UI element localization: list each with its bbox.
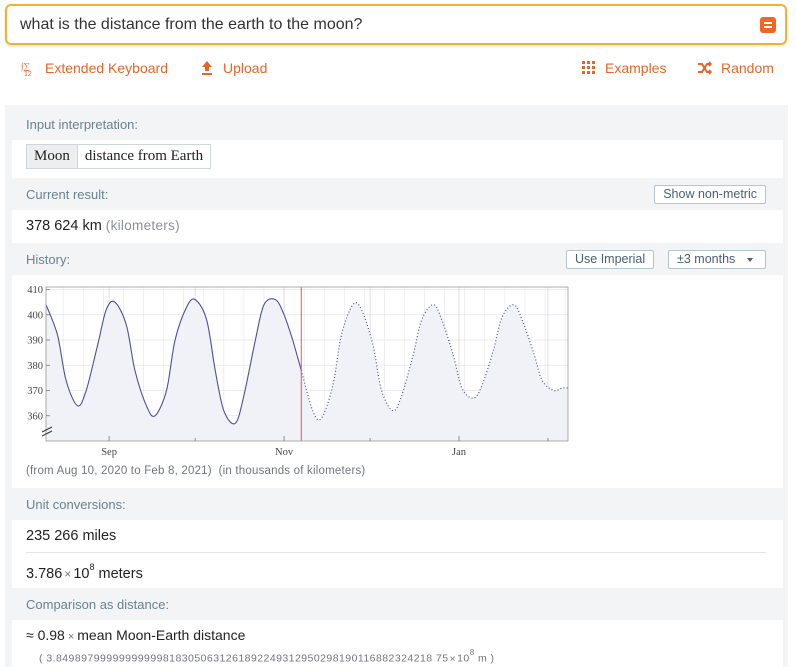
pod-title: History: <box>26 252 71 267</box>
comparison-factor: 0.98 <box>37 627 65 643</box>
menu-icon[interactable] <box>760 17 776 33</box>
comparison-label: mean Moon-Earth distance <box>77 627 246 643</box>
interpretation-key: Moon <box>27 145 78 168</box>
grid-dots-icon <box>581 60 597 76</box>
x-tick-label: Sep <box>101 447 117 458</box>
upload-button[interactable]: Upload <box>199 58 267 78</box>
extended-keyboard-label: Extended Keyboard <box>45 60 168 76</box>
svg-text:12: 12 <box>24 71 32 76</box>
caret-down-icon <box>747 258 753 262</box>
keyboard-icon: ∫∑ 12 <box>20 60 37 78</box>
history-caption: (from Aug 10, 2020 to Feb 8, 2021) (in t… <box>26 465 365 477</box>
meters-exponent: 8 <box>89 562 95 572</box>
meters-value: 3.786 × 108 meters <box>26 562 143 582</box>
miles-value: 235 266 miles <box>26 528 117 544</box>
input-interpretation-header: Input interpretation: <box>12 108 783 140</box>
current-result-value: 378 624 km (kilometers) <box>26 218 180 234</box>
comparison-detail: ( 3.849897999999999998183050631261892249… <box>39 648 495 665</box>
upload-icon <box>199 60 215 76</box>
shuffle-icon <box>697 60 713 76</box>
search-bar[interactable]: what is the distance from the earth to t… <box>5 4 787 45</box>
distance-value: 378 624 km <box>26 218 102 234</box>
meters-mantissa: 3.786 <box>26 565 63 582</box>
y-tick-label: 390 <box>27 336 43 347</box>
meters-base: 10 <box>73 565 90 582</box>
current-result-header: Current result: Show non-metric <box>12 178 783 210</box>
times-sign: × <box>449 652 457 665</box>
pod-title: Input interpretation: <box>26 117 139 132</box>
comparison-detail-exponent: 8 <box>469 648 475 657</box>
results-frame-right <box>783 105 788 667</box>
upload-label: Upload <box>223 60 268 76</box>
meters-unit: meters <box>98 565 143 582</box>
random-label: Random <box>721 60 774 76</box>
y-tick-label: 380 <box>27 361 43 372</box>
search-input[interactable]: what is the distance from the earth to t… <box>20 16 362 34</box>
interpretation-value: distance from Earth <box>84 148 204 164</box>
use-imperial-button[interactable]: Use Imperial <box>566 250 655 269</box>
comparison-value: ≈ 0.98 × mean Moon-Earth distance <box>26 627 245 643</box>
y-tick-label: 410 <box>27 285 43 296</box>
pod-title: Comparison as distance: <box>26 597 170 612</box>
comparison-detail-unit: m ) <box>477 652 495 665</box>
unit-conversions-header: Unit conversions: <box>12 488 783 520</box>
y-tick-label: 400 <box>27 310 43 321</box>
pod-title: Unit conversions: <box>26 497 126 512</box>
history-header: History: Use Imperial ±3 months <box>12 243 783 275</box>
comparison-detail-base: 10 <box>457 652 470 665</box>
show-non-metric-button[interactable]: Show non-metric <box>654 185 766 204</box>
interpretation-table: Moon distance from Earth <box>26 144 212 169</box>
y-tick-label: 370 <box>27 386 43 397</box>
examples-button[interactable]: Examples <box>581 58 666 78</box>
divider <box>26 552 766 553</box>
history-date-range: (from Aug 10, 2020 to Feb 8, 2021) <box>26 465 212 477</box>
time-range-label: ±3 months <box>677 252 736 266</box>
x-tick-label: Jan <box>452 447 467 458</box>
history-units: (in thousands of kilometers) <box>218 465 366 477</box>
comparison-header: Comparison as distance: <box>12 588 783 620</box>
times-sign: × <box>64 566 72 581</box>
x-tick-label: Nov <box>275 447 294 458</box>
time-range-dropdown[interactable]: ±3 months <box>668 250 766 269</box>
pod-title: Current result: <box>26 187 109 202</box>
y-tick-label: 360 <box>27 411 43 422</box>
examples-label: Examples <box>605 60 667 76</box>
results-frame-left <box>5 105 12 667</box>
comparison-detail-mantissa: ( 3.849897999999999998183050631261892249… <box>39 652 449 665</box>
extended-keyboard-button[interactable]: ∫∑ 12 Extended Keyboard <box>20 58 168 78</box>
history-chart: 360 370 380 390 400 410 Sep Nov Jan <box>27 285 569 458</box>
distance-unit: (kilometers) <box>105 218 180 233</box>
random-button[interactable]: Random <box>697 58 774 78</box>
times-sign: × <box>67 631 75 643</box>
approx-sign: ≈ <box>26 627 34 643</box>
